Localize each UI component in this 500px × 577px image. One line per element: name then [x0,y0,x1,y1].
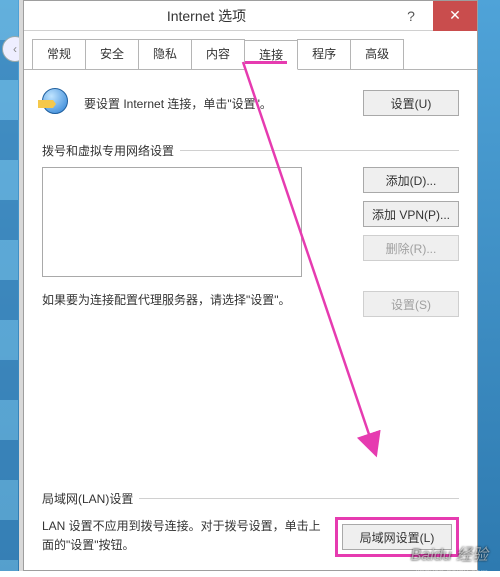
help-button[interactable]: ? [389,1,433,31]
tab-content[interactable]: 内容 [191,39,245,69]
tab-connections[interactable]: 连接 [244,40,298,70]
annotation-tab-underline [245,61,287,64]
setup-row: 要设置 Internet 连接，单击"设置"。 设置(U) [42,88,459,118]
dialup-area: 添加(D)... 添加 VPN(P)... 删除(R)... [42,167,459,277]
tab-programs[interactable]: 程序 [297,39,351,69]
watermark-url: jingyan.baidu.com [415,567,488,577]
tab-advanced[interactable]: 高级 [350,39,404,69]
add-button[interactable]: 添加(D)... [363,167,459,193]
tab-general[interactable]: 常规 [32,39,86,69]
lan-section-text: 局域网(LAN)设置 [42,490,133,507]
proxy-row: 如果要为连接配置代理服务器，请选择"设置"。 设置(S) [42,291,459,317]
dialog-body: 要设置 Internet 连接，单击"设置"。 设置(U) 拨号和虚拟专用网络设… [24,70,477,577]
add-vpn-button[interactable]: 添加 VPN(P)... [363,201,459,227]
tab-privacy[interactable]: 隐私 [138,39,192,69]
watermark-brand: Baidu 经验 [411,541,488,565]
tab-security[interactable]: 安全 [85,39,139,69]
setup-button[interactable]: 设置(U) [363,90,459,116]
internet-options-dialog: Internet 选项 ? ✕ 常规 安全 隐私 内容 连接 程序 高级 要设置… [23,0,478,571]
lan-description: LAN 设置不应用到拨号连接。对于拨号设置，单击上面的"设置"按钮。 [42,517,335,557]
desktop-thumbnails [0,0,18,571]
lan-section-label: 局域网(LAN)设置 [42,490,459,507]
dialup-settings-button: 设置(S) [363,291,459,317]
remove-button: 删除(R)... [363,235,459,261]
dialup-listbox[interactable] [42,167,302,277]
lan-section: 局域网(LAN)设置 LAN 设置不应用到拨号连接。对于拨号设置，单击上面的"设… [42,466,459,557]
tab-strip: 常规 安全 隐私 内容 连接 程序 高级 [24,31,477,70]
setup-text: 要设置 Internet 连接，单击"设置"。 [84,95,363,112]
window-title: Internet 选项 [24,6,389,26]
lan-row: LAN 设置不应用到拨号连接。对于拨号设置，单击上面的"设置"按钮。 局域网设置… [42,517,459,557]
close-button[interactable]: ✕ [433,1,477,31]
dialup-buttons: 添加(D)... 添加 VPN(P)... 删除(R)... [314,167,459,277]
dialup-section-text: 拨号和虚拟专用网络设置 [42,142,174,159]
dialup-section-label: 拨号和虚拟专用网络设置 [42,142,459,159]
titlebar: Internet 选项 ? ✕ [24,1,477,31]
proxy-text: 如果要为连接配置代理服务器，请选择"设置"。 [42,291,363,310]
globe-icon [42,88,72,118]
